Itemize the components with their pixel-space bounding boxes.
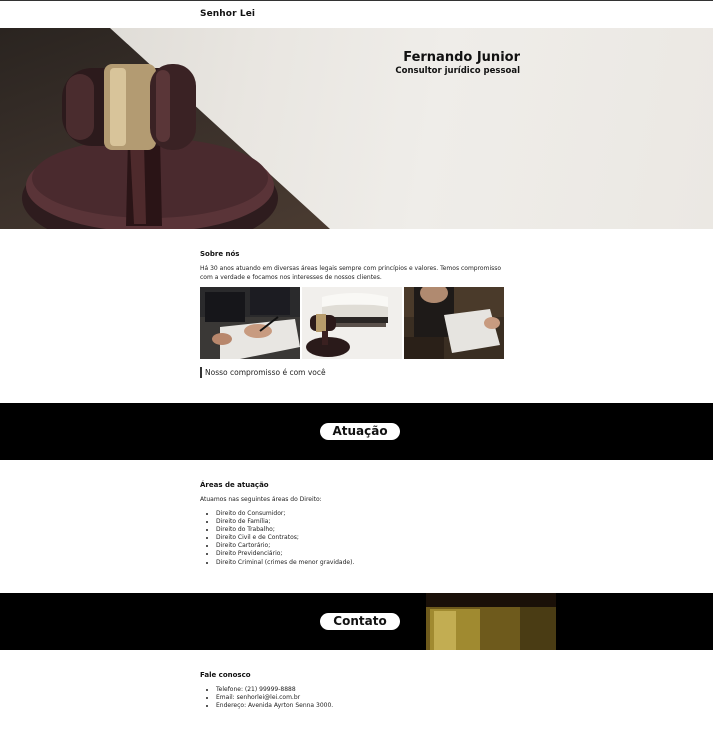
contact-heading: Fale conosco [200, 671, 251, 679]
contato-pill: Contato [320, 613, 400, 630]
list-item: Direito Civil e de Contratos; [216, 534, 354, 542]
contact-phone: Telefone: (21) 99999-8888 [216, 686, 333, 694]
about-heading: Sobre nós [200, 250, 240, 258]
document-reading-photo [404, 287, 504, 359]
areas-intro: Atuamos nas seguintes áreas do Direito: [200, 496, 322, 503]
list-item: Direito do Trabalho; [216, 526, 354, 534]
areas-list: Direito do Consumidor; Direito de Famíli… [207, 510, 354, 567]
contact-email[interactable]: Email: senhorlei@lei.com.br [216, 694, 333, 702]
hero-banner: Fernando Junior Consultor jurídico pesso… [0, 28, 713, 229]
contato-banner: Contato [0, 593, 713, 650]
book-gavel-photo [302, 287, 402, 359]
hero-name: Fernando Junior [403, 50, 520, 65]
atuacao-pill: Atuação [320, 423, 400, 440]
brand-link[interactable]: Senhor Lei [200, 9, 255, 19]
gavel-closeup-image [420, 593, 560, 650]
contact-address: Endereço: Avenida Ayrton Senna 3000. [216, 702, 333, 710]
list-item: Direito do Consumidor; [216, 510, 354, 518]
list-item: Direito Previdenciário; [216, 550, 354, 558]
top-bar: Senhor Lei [0, 0, 713, 28]
contact-list: Telefone: (21) 99999-8888 Email: senhorl… [207, 686, 333, 710]
hero-subtitle: Consultor jurídico pessoal [395, 66, 520, 76]
areas-heading: Áreas de atuação [200, 481, 269, 489]
commitment-quote: Nosso compromisso é com você [200, 367, 326, 378]
about-text: Há 30 anos atuando em diversas áreas leg… [200, 265, 502, 281]
page: Senhor Lei Fernando Junior Consultor jur… [0, 0, 713, 732]
signing-photo [200, 287, 300, 359]
list-item: Direito Criminal (crimes de menor gravid… [216, 559, 354, 567]
list-item: Direito de Família; [216, 518, 354, 526]
atuacao-banner: Atuação [0, 403, 713, 460]
list-item: Direito Cartorário; [216, 542, 354, 550]
gavel-image [22, 64, 278, 229]
